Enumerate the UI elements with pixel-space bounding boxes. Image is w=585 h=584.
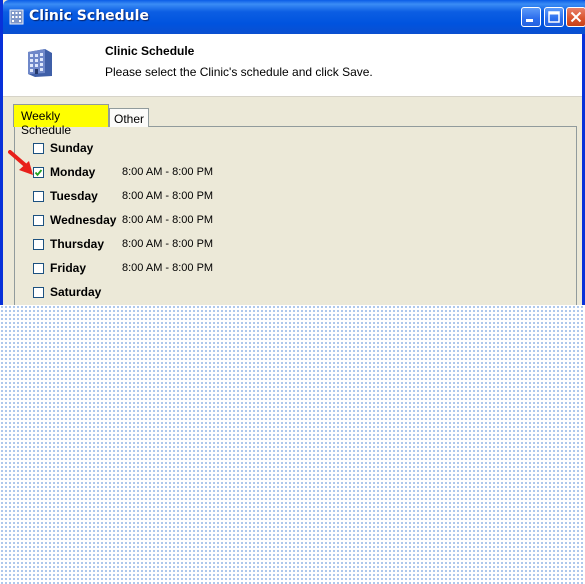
window-title: Clinic Schedule <box>29 8 149 24</box>
close-button[interactable] <box>566 7 585 27</box>
day-label: Saturday <box>50 285 102 299</box>
tuesday-checkbox[interactable] <box>33 191 44 202</box>
red-arrow-icon <box>8 150 38 183</box>
day-label: Monday <box>50 165 96 179</box>
day-hours: 8:00 AM - 8:00 PM <box>122 262 214 274</box>
dialog-header: Clinic Schedule Please select the Clinic… <box>3 34 582 97</box>
dotted-background <box>0 305 585 584</box>
day-label: Wednesday <box>50 213 117 227</box>
thursday-checkbox[interactable] <box>33 239 44 250</box>
building-icon <box>9 9 24 25</box>
maximize-button[interactable] <box>544 7 564 27</box>
day-label: Thursday <box>50 237 105 251</box>
close-icon <box>570 11 582 23</box>
header-subtitle: Please select the Clinic's schedule and … <box>105 65 373 79</box>
day-hours: 8:00 AM - 8:00 PM <box>122 238 214 250</box>
header-title: Clinic Schedule <box>105 44 195 58</box>
day-label: Tuesday <box>50 189 98 203</box>
saturday-checkbox[interactable] <box>33 287 44 298</box>
day-label: Sunday <box>50 141 94 155</box>
title-bar[interactable]: Clinic Schedule <box>3 0 585 34</box>
day-hours: 8:00 AM - 8:00 PM <box>122 166 214 178</box>
wednesday-checkbox[interactable] <box>33 215 44 226</box>
minimize-icon <box>526 19 533 22</box>
tab-other[interactable]: Other <box>109 108 149 127</box>
tab-weekly-schedule[interactable]: Weekly Schedule <box>13 104 109 137</box>
friday-checkbox[interactable] <box>33 263 44 274</box>
day-hours: 8:00 AM - 8:00 PM <box>122 190 214 202</box>
page: Clinic Schedule Clinic Schedule Please s… <box>0 0 585 584</box>
building-icon <box>25 46 55 83</box>
day-hours: 8:00 AM - 8:00 PM <box>122 214 214 226</box>
minimize-button[interactable] <box>521 7 541 27</box>
day-label: Friday <box>50 261 87 275</box>
